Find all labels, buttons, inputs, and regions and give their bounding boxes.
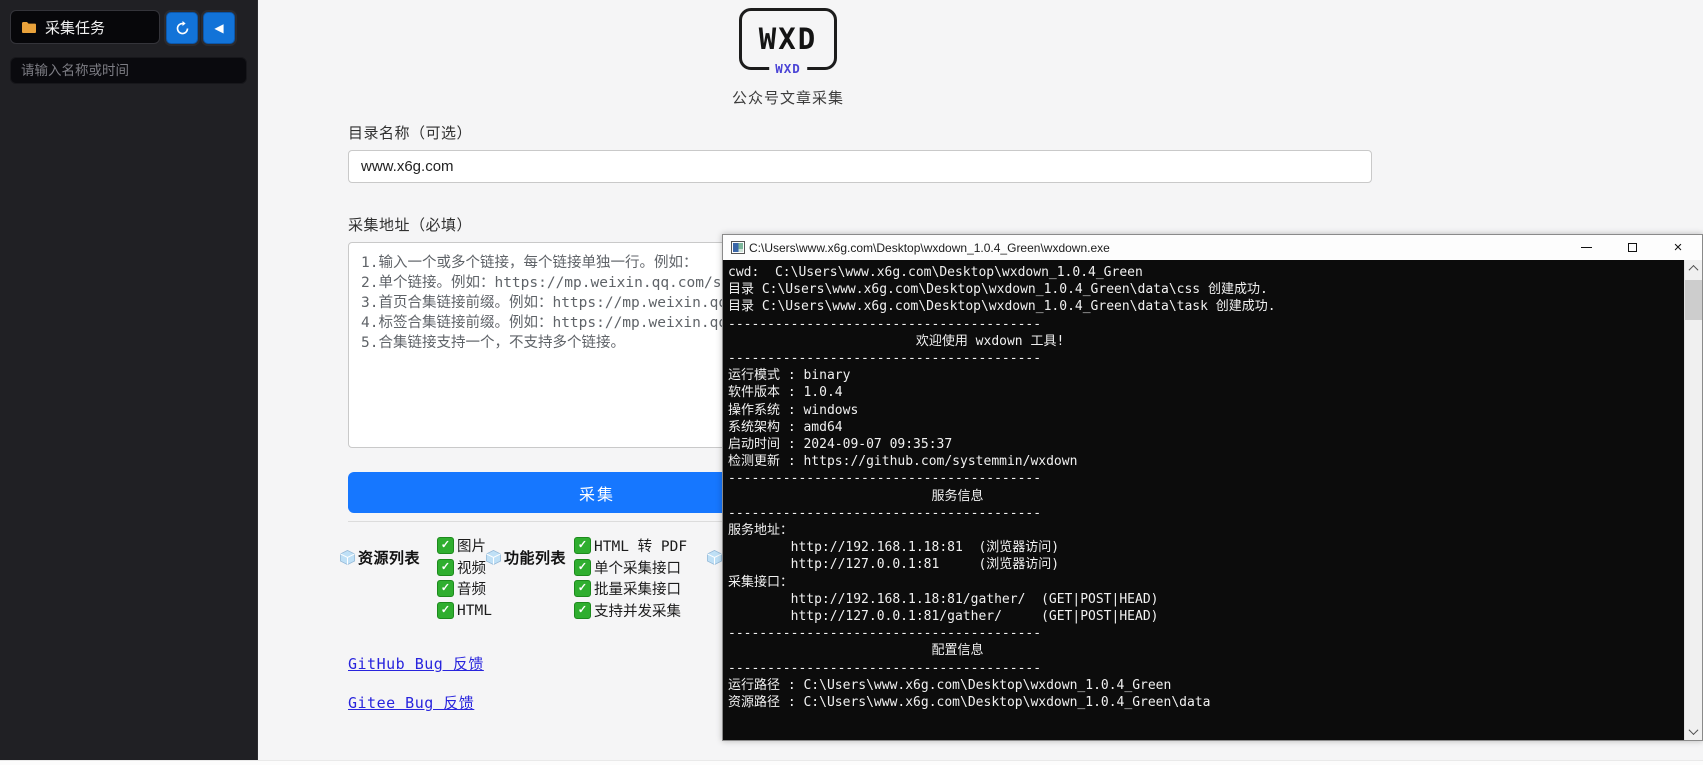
- checkbox-item[interactable]: ✓ 视频: [437, 557, 492, 579]
- checkbox-checked-icon[interactable]: ✓: [437, 559, 454, 576]
- options-section: 资源列表 ✓ 图片 ✓ 视频 ✓ 音频 ✓ HTML: [339, 535, 759, 625]
- checkbox-checked-icon[interactable]: ✓: [437, 537, 454, 554]
- checkbox-item[interactable]: ✓ 音频: [437, 578, 492, 600]
- collapse-left-icon: ◀: [214, 22, 223, 34]
- checkbox-checked-icon[interactable]: ✓: [574, 602, 591, 619]
- logo-badge: WXD: [769, 61, 807, 76]
- cube-icon: [339, 549, 356, 566]
- close-button[interactable]: ×: [1655, 235, 1701, 260]
- resource-checkbox-list: ✓ 图片 ✓ 视频 ✓ 音频 ✓ HTML: [437, 535, 492, 621]
- minimize-button[interactable]: [1563, 235, 1609, 260]
- minimize-icon: [1581, 247, 1592, 248]
- console-title: C:\Users\www.x6g.com\Desktop\wxdown_1.0.…: [749, 241, 1110, 255]
- gitee-feedback-link[interactable]: Gitee Bug 反馈: [348, 692, 474, 713]
- logo-text: WXD: [759, 22, 817, 56]
- task-list-title: 采集任务: [45, 17, 105, 38]
- search-input[interactable]: [10, 57, 247, 84]
- maximize-icon: [1628, 243, 1637, 252]
- window-controls: ×: [1563, 235, 1701, 260]
- checkbox-checked-icon[interactable]: ✓: [437, 580, 454, 597]
- close-icon: ×: [1674, 240, 1683, 255]
- maximize-button[interactable]: [1609, 235, 1655, 260]
- scrollbar-thumb[interactable]: [1685, 280, 1702, 320]
- brand-block: WXD WXD 公众号文章采集: [700, 8, 876, 108]
- console-window: C:\Users\www.x6g.com\Desktop\wxdown_1.0.…: [722, 234, 1703, 741]
- refresh-icon: [175, 21, 190, 36]
- checkbox-item[interactable]: ✓ HTML 转 PDF: [574, 535, 687, 557]
- cube-icon: [485, 549, 502, 566]
- checkbox-checked-icon[interactable]: ✓: [574, 580, 591, 597]
- github-feedback-link[interactable]: GitHub Bug 反馈: [348, 653, 484, 674]
- logo: WXD WXD: [739, 8, 837, 70]
- resource-list-header: 资源列表: [339, 547, 420, 568]
- bottom-strip: [0, 760, 1703, 765]
- collapse-button[interactable]: ◀: [203, 12, 235, 44]
- folder-icon: [21, 21, 37, 34]
- feature-list-header: 功能列表: [485, 547, 566, 568]
- sidebar: 采集任务 ◀: [0, 0, 258, 760]
- console-titlebar[interactable]: C:\Users\www.x6g.com\Desktop\wxdown_1.0.…: [723, 235, 1702, 260]
- feature-checkbox-list: ✓ HTML 转 PDF ✓ 单个采集接口 ✓ 批量采集接口 ✓ 支持并发采集: [574, 535, 687, 621]
- checkbox-item[interactable]: ✓ 图片: [437, 535, 492, 557]
- dir-name-label: 目录名称（可选）: [348, 122, 472, 143]
- app-subtitle: 公众号文章采集: [700, 87, 876, 108]
- checkbox-checked-icon[interactable]: ✓: [574, 537, 591, 554]
- scroll-down-icon[interactable]: [1685, 723, 1702, 740]
- task-list-header[interactable]: 采集任务: [10, 10, 160, 44]
- checkbox-item[interactable]: ✓ 支持并发采集: [574, 600, 687, 622]
- scroll-up-icon[interactable]: [1685, 260, 1702, 277]
- console-app-icon: [731, 241, 745, 254]
- checkbox-item[interactable]: ✓ 单个采集接口: [574, 557, 687, 579]
- cube-icon: [706, 549, 723, 566]
- scrollbar[interactable]: [1684, 260, 1702, 740]
- console-output: cwd: C:\Users\www.x6g.com\Desktop\wxdown…: [723, 260, 1702, 740]
- collect-addr-label: 采集地址（必填）: [348, 214, 472, 235]
- dir-name-input[interactable]: [348, 150, 1372, 183]
- checkbox-item[interactable]: ✓ HTML: [437, 600, 492, 622]
- checkbox-checked-icon[interactable]: ✓: [437, 602, 454, 619]
- console-text: cwd: C:\Users\www.x6g.com\Desktop\wxdown…: [723, 260, 1702, 711]
- refresh-button[interactable]: [166, 12, 198, 44]
- checkbox-item[interactable]: ✓ 批量采集接口: [574, 578, 687, 600]
- checkbox-checked-icon[interactable]: ✓: [574, 559, 591, 576]
